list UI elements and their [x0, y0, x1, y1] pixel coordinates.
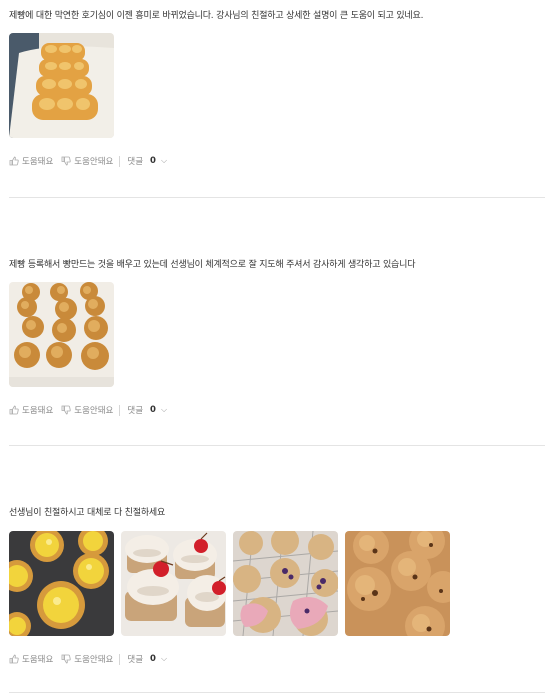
bread-loaf-photo[interactable]	[9, 33, 114, 138]
review-text: 제빵에 대한 막연한 호기심이 이젠 흥미로 바뀌었습니다. 강사님의 친절하고…	[9, 11, 424, 21]
review-actions: 도움돼요 도움안돼요 댓글 0 ⌵	[9, 653, 167, 665]
berry-scone-photo[interactable]	[233, 531, 338, 636]
helpful-label: 도움돼요	[22, 655, 54, 665]
chevron-down-icon: ⌵	[160, 156, 168, 165]
divider	[119, 653, 121, 665]
review-photos	[9, 282, 114, 387]
comments-label: 댓글	[127, 655, 144, 665]
divider	[119, 404, 121, 416]
helpful-label: 도움돼요	[22, 406, 54, 416]
comments-toggle[interactable]: 댓글 0 ⌵	[127, 404, 167, 416]
not-helpful-button[interactable]: 도움안돼요	[61, 653, 113, 665]
divider	[119, 155, 121, 167]
review-actions: 도움돼요 도움안돼요 댓글 0 ⌵	[9, 155, 167, 167]
comment-count: 0	[150, 654, 156, 664]
thumbs-up-icon	[9, 654, 19, 664]
comments-toggle[interactable]: 댓글 0 ⌵	[127, 653, 167, 665]
review-text: 선생님이 친절하시고 대체로 다 친절하세요	[9, 508, 166, 518]
cherry-cupcake-photo[interactable]	[121, 531, 226, 636]
thumbs-up-icon	[9, 405, 19, 415]
divider	[9, 445, 545, 446]
helpful-button[interactable]: 도움돼요	[9, 404, 53, 416]
cookie-photo[interactable]	[345, 531, 450, 636]
thumbs-up-icon	[9, 156, 19, 166]
thumbs-down-icon	[61, 654, 71, 664]
comments-label: 댓글	[127, 157, 144, 167]
comments-label: 댓글	[127, 406, 144, 416]
review-text: 제빵 등록해서 빵만드는 것을 배우고 있는데 선생님이 체계적으로 잘 지도해…	[9, 260, 416, 270]
thumbs-down-icon	[61, 405, 71, 415]
helpful-button[interactable]: 도움돼요	[9, 653, 53, 665]
helpful-button[interactable]: 도움돼요	[9, 155, 53, 167]
not-helpful-label: 도움안돼요	[74, 157, 114, 167]
chevron-down-icon: ⌵	[160, 654, 168, 663]
streusel-buns-photo[interactable]	[9, 282, 114, 387]
divider	[9, 197, 545, 198]
not-helpful-label: 도움안돼요	[74, 406, 114, 416]
not-helpful-button[interactable]: 도움안돼요	[61, 155, 113, 167]
review-actions: 도움돼요 도움안돼요 댓글 0 ⌵	[9, 404, 167, 416]
review-photos	[9, 33, 114, 138]
helpful-label: 도움돼요	[22, 157, 54, 167]
comments-toggle[interactable]: 댓글 0 ⌵	[127, 155, 167, 167]
not-helpful-label: 도움안돼요	[74, 655, 114, 665]
divider	[9, 692, 545, 693]
not-helpful-button[interactable]: 도움안돼요	[61, 404, 113, 416]
comment-count: 0	[150, 405, 156, 415]
chevron-down-icon: ⌵	[160, 405, 168, 414]
review-photos	[9, 531, 450, 636]
egg-tart-photo[interactable]	[9, 531, 114, 636]
thumbs-down-icon	[61, 156, 71, 166]
comment-count: 0	[150, 156, 156, 166]
